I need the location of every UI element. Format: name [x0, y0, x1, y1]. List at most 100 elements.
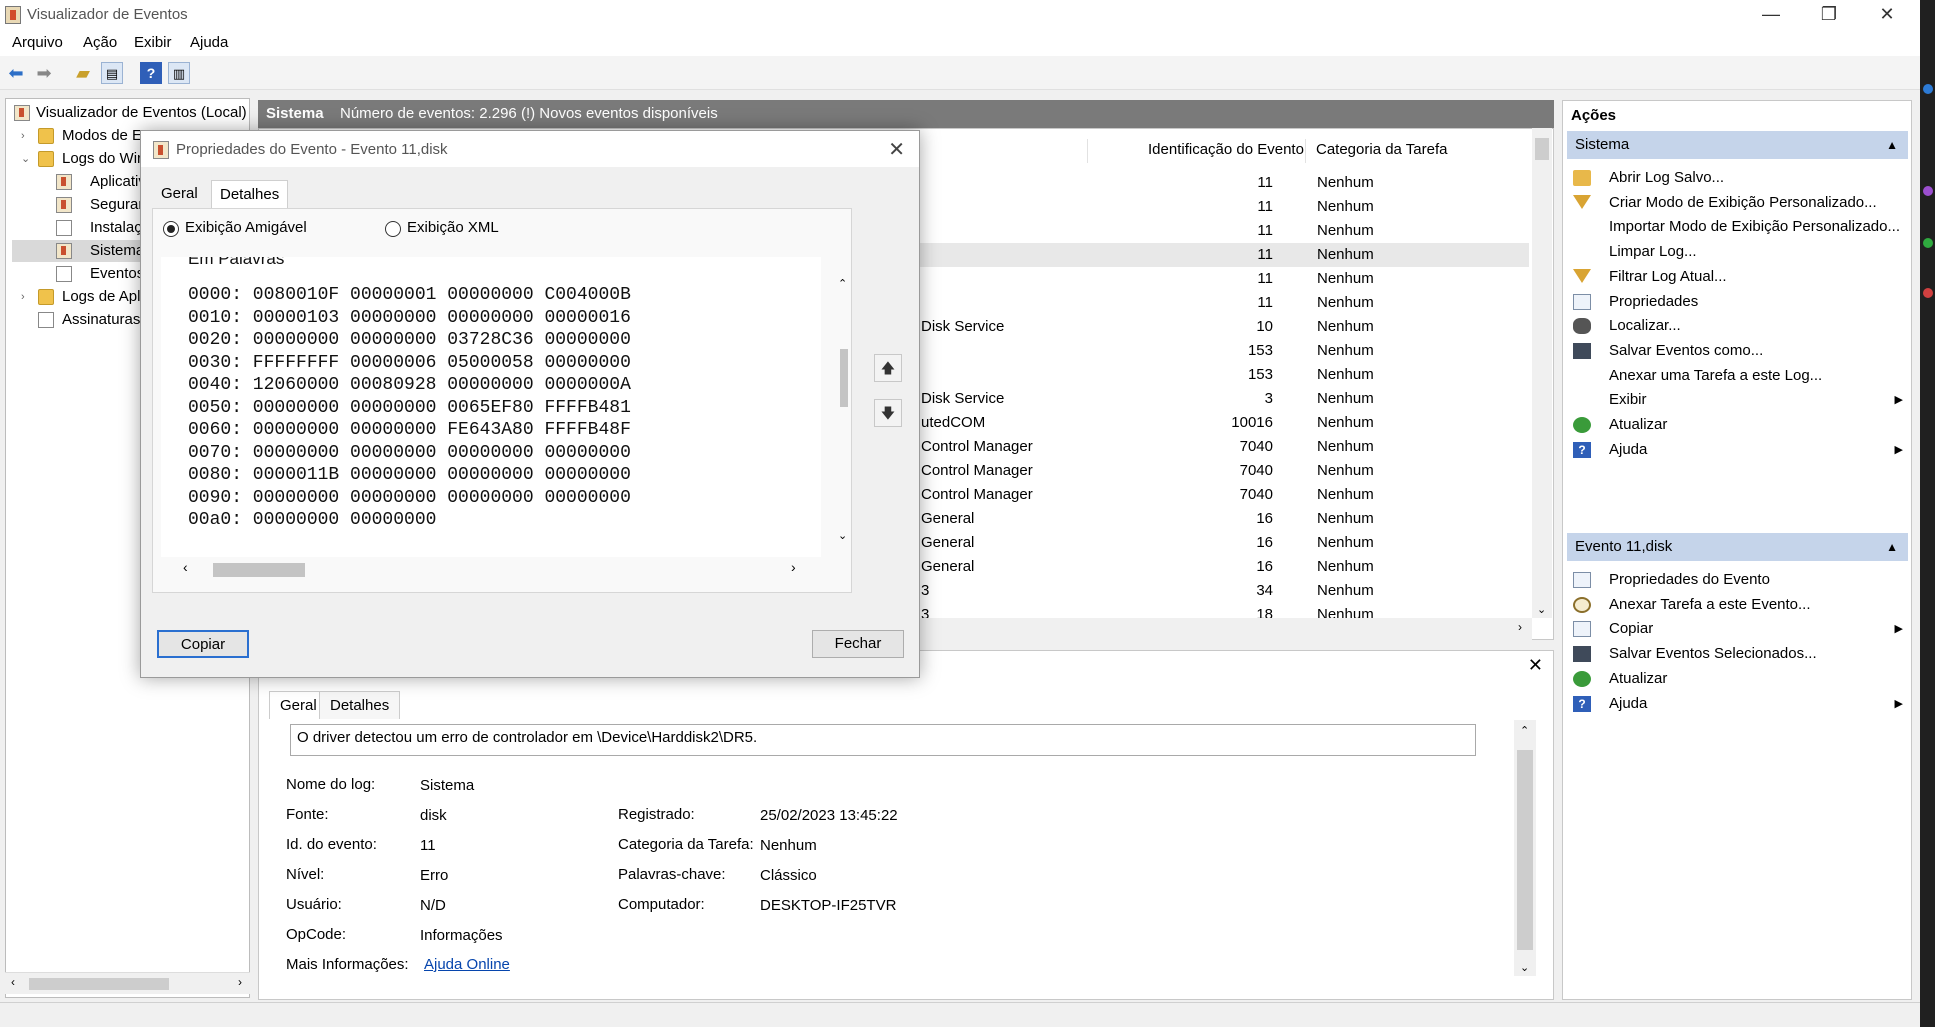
scroll-thumb[interactable] — [840, 349, 848, 407]
scroll-up-icon[interactable]: ⌃ — [838, 277, 847, 290]
scroll-thumb[interactable] — [1535, 138, 1549, 160]
column-header-task-category[interactable]: Categoria da Tarefa — [1316, 141, 1447, 158]
show-hide-actions-icon[interactable]: ▥ — [168, 62, 190, 84]
app-dot-icon — [1923, 84, 1933, 94]
action-item[interactable]: ? Ajuda ▶ — [1573, 691, 1903, 717]
action-item[interactable]: Atualizar — [1573, 666, 1903, 692]
action-item[interactable]: Importar Modo de Exibição Personalizado.… — [1573, 214, 1903, 240]
hex-line: 0040: 12060000 00080928 00000000 0000000… — [188, 375, 631, 395]
hex-line: 0050: 00000000 00000000 0065EF80 FFFFB48… — [188, 397, 631, 418]
action-label: Salvar Eventos Selecionados... — [1609, 645, 1817, 663]
menu-arquivo[interactable]: Arquivo — [12, 34, 63, 51]
close-pane-icon[interactable]: ✕ — [1528, 655, 1543, 676]
expand-chevron-icon[interactable]: › — [21, 125, 25, 147]
action-item[interactable]: Propriedades do Evento — [1573, 567, 1903, 593]
save-icon — [1573, 342, 1591, 359]
scroll-thumb[interactable] — [213, 563, 305, 577]
actions-section-system[interactable]: Sistema ▲ — [1567, 131, 1908, 159]
action-item[interactable]: Anexar uma Tarefa a este Log... — [1573, 363, 1903, 389]
scroll-down-icon[interactable]: ⌄ — [1537, 603, 1546, 616]
action-item[interactable]: Filtrar Log Atual... — [1573, 264, 1903, 290]
scroll-right-icon[interactable]: › — [1518, 620, 1522, 634]
task-category: Nenhum — [1317, 270, 1374, 287]
action-item[interactable]: Criar Modo de Exibição Personalizado... — [1573, 190, 1903, 216]
show-hide-tree-icon[interactable]: ▤ — [101, 62, 123, 84]
scroll-left-icon[interactable]: ‹ — [183, 559, 188, 575]
task-category: Nenhum — [1317, 246, 1374, 263]
action-item[interactable]: Limpar Log... — [1573, 239, 1903, 265]
collapse-icon[interactable]: ▲ — [1886, 533, 1898, 561]
menu-exibir[interactable]: Exibir — [134, 34, 172, 51]
action-item[interactable]: Anexar Tarefa a este Evento... — [1573, 592, 1903, 618]
menu-acao[interactable]: Ação — [83, 34, 117, 51]
folder-icon — [38, 289, 54, 305]
previous-event-button[interactable]: 🡅 — [874, 354, 902, 382]
action-item[interactable]: Exibir ▶ — [1573, 387, 1903, 413]
scroll-down-icon[interactable]: ⌄ — [838, 529, 847, 542]
action-item[interactable]: Localizar... — [1573, 313, 1903, 339]
action-label: Anexar Tarefa a este Evento... — [1609, 595, 1811, 613]
tree-horizontal-scrollbar[interactable]: ‹ › — [5, 972, 250, 994]
close-button[interactable]: Fechar — [812, 630, 904, 658]
collapse-icon[interactable]: ▲ — [1886, 131, 1898, 159]
scroll-down-icon[interactable]: ⌄ — [1520, 961, 1529, 974]
radio-selected-icon[interactable] — [163, 221, 179, 237]
action-item[interactable]: ? Ajuda ▶ — [1573, 437, 1903, 463]
section-heading: Em Palavras — [188, 257, 285, 268]
hex-horizontal-scrollbar[interactable]: ‹ › — [173, 559, 823, 577]
back-arrow-icon[interactable]: ⬅ — [5, 62, 27, 84]
app-dot-icon — [1923, 186, 1933, 196]
dialog-tab-geral[interactable]: Geral — [153, 180, 206, 208]
action-label: Copiar — [1609, 620, 1654, 638]
event-id: 11 — [1257, 246, 1273, 263]
event-count: Número de eventos: 2.296 (!) Novos event… — [340, 105, 718, 122]
next-event-button[interactable]: 🡇 — [874, 399, 902, 427]
actions-section-event[interactable]: Evento 11,disk ▲ — [1567, 533, 1908, 561]
action-item[interactable]: Copiar ▶ — [1573, 616, 1903, 642]
action-item[interactable]: Atualizar — [1573, 412, 1903, 438]
action-item[interactable]: Salvar Eventos Selecionados... — [1573, 641, 1903, 667]
binary-data-view[interactable]: Em Palavras 0000: 0080010F 00000001 0000… — [161, 257, 821, 557]
details-vertical-scrollbar[interactable]: ⌃ ⌄ — [1514, 720, 1536, 976]
collapse-chevron-icon[interactable]: ⌄ — [21, 148, 30, 170]
radio-unselected-icon[interactable] — [385, 221, 401, 237]
app-dot-icon — [1923, 288, 1933, 298]
action-label: Ajuda — [1609, 694, 1648, 712]
help-icon[interactable]: ? — [140, 62, 162, 84]
open-folder-icon[interactable]: ▰ — [72, 62, 94, 84]
scroll-left-icon[interactable]: ‹ — [11, 975, 15, 989]
maximize-button[interactable]: ❐ — [1806, 0, 1852, 30]
scroll-up-icon[interactable]: ⌃ — [1520, 724, 1529, 737]
scroll-thumb[interactable] — [1517, 750, 1533, 950]
minimize-button[interactable]: — — [1748, 0, 1794, 30]
list-vertical-scrollbar[interactable]: ⌄ — [1532, 128, 1552, 618]
scroll-thumb[interactable] — [29, 978, 169, 990]
subscriptions-icon — [38, 312, 54, 328]
hex-line: 0090: 00000000 00000000 00000000 0000000… — [188, 487, 631, 508]
user-value: N/D — [420, 897, 446, 914]
dialog-tab-detalhes[interactable]: Detalhes — [211, 180, 289, 208]
log-name-value: Sistema — [420, 777, 475, 794]
action-label: Localizar... — [1609, 317, 1681, 335]
field-label: OpCode: — [286, 926, 347, 943]
copy-button[interactable]: Copiar — [157, 630, 249, 658]
dialog-close-icon[interactable]: ✕ — [888, 137, 905, 162]
forward-arrow-icon[interactable]: ➡ — [33, 62, 55, 84]
column-header-event-id[interactable]: Identificação do Evento — [1148, 141, 1304, 158]
menu-ajuda[interactable]: Ajuda — [190, 34, 228, 51]
online-help-link[interactable]: Ajuda Online — [424, 956, 510, 973]
close-window-button[interactable]: ✕ — [1864, 0, 1910, 30]
scroll-right-icon[interactable]: › — [791, 559, 796, 575]
submenu-arrow-icon: ▶ — [1894, 443, 1903, 456]
hex-vertical-scrollbar[interactable]: ⌃ ⌄ — [836, 278, 850, 542]
radio-label: Exibição XML — [407, 219, 499, 236]
action-item[interactable]: Abrir Log Salvo... — [1573, 165, 1903, 191]
binoculars-icon — [1573, 318, 1591, 335]
expand-chevron-icon[interactable]: › — [21, 286, 25, 308]
tab-detalhes[interactable]: Detalhes — [319, 691, 401, 719]
scroll-right-icon[interactable]: › — [238, 975, 242, 989]
event-message[interactable]: O driver detectou um erro de controlador… — [290, 724, 1476, 756]
log-icon — [56, 174, 72, 190]
action-item[interactable]: Propriedades — [1573, 289, 1903, 315]
action-item[interactable]: Salvar Eventos como... — [1573, 338, 1903, 364]
